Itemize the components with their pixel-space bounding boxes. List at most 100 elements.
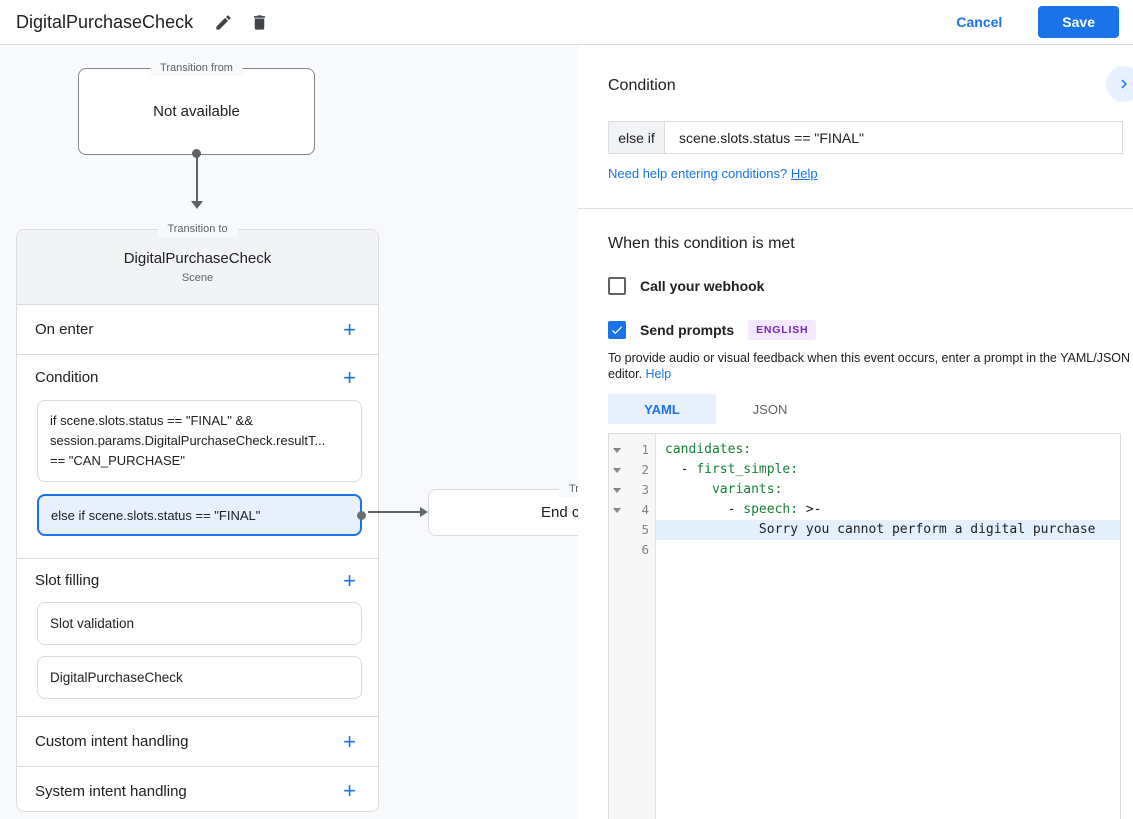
condition-prefix: else if [608,121,665,154]
edit-button[interactable] [211,10,235,34]
code-line-5[interactable]: 5 Sorry you cannot perform a digital pur… [609,520,1120,540]
line-gutter: 5 [609,520,655,540]
page-title: DigitalPurchaseCheck [16,11,194,32]
slot-validation-text: Slot validation [50,616,135,631]
code-line-3[interactable]: 3 variants: [609,480,1120,500]
save-button[interactable]: Save [1038,6,1119,38]
end-conversation-node[interactable]: Transition to End conversation [428,482,578,536]
code-line-6[interactable]: 6 [609,540,1120,560]
condition-item-if[interactable]: if scene.slots.status == "FINAL" && sess… [37,400,362,482]
on-enter-label: On enter [35,321,94,338]
add-system-intent-button[interactable]: + [339,780,360,802]
checkmark-icon [610,323,624,337]
transition-to-legend: Transition to [157,222,238,237]
add-slot-button[interactable]: + [339,569,360,591]
delete-button[interactable] [247,10,271,34]
slot-item-check[interactable]: DigitalPurchaseCheck [37,656,362,699]
tab-yaml[interactable]: YAML [608,394,716,424]
code-text: Sorry you cannot perform a digital purch… [656,520,1120,540]
prompt-hint-line1: To provide audio or visual feedback when… [608,351,1131,365]
line-gutter: 6 [609,540,655,560]
code-text: variants: [711,482,783,497]
tab-json[interactable]: JSON [716,394,824,424]
chevron-right-icon [1115,75,1133,93]
scene-card-subtitle: Scene [181,272,214,284]
code-line-2[interactable]: 2 - first_simple: [609,460,1120,480]
line-number: 2 [641,462,649,477]
pencil-icon [214,13,233,32]
code-text: candidates: [665,442,752,457]
section-condition: Condition + if scene.slots.status == "FI… [17,355,378,559]
arrow-down-icon [191,201,203,209]
send-prompts-row: Send prompts ENGLISH [608,320,1133,340]
fold-arrow-icon[interactable] [613,507,621,513]
system-intent-label: System intent handling [35,782,187,800]
condition-editor-panel: Condition else if Need help entering con… [578,45,1133,819]
code-line-4[interactable]: 4 - speech: >- [609,500,1120,520]
code-line-1[interactable]: 1 candidates: [609,440,1120,460]
transition-from-legend: Transition from [150,61,243,76]
section-custom-intent: Custom intent handling + [17,717,378,767]
line-number: 6 [641,542,649,557]
line-number: 5 [641,522,649,537]
prompt-hint-line2: editor. [608,367,646,381]
collapse-panel-button[interactable] [1106,66,1133,102]
condition-else-text: else if scene.slots.status == "FINAL" [51,507,261,523]
condition-input-row: else if [608,121,1123,154]
slot-item-validation[interactable]: Slot validation [37,602,362,645]
line-number: 3 [641,482,649,497]
fold-arrow-icon[interactable] [613,487,621,493]
code-text: - speech: >- [665,502,822,517]
yaml-code-editor[interactable]: 1 candidates: 2 - first_simple: 3 variants:… [608,433,1121,819]
cancel-button[interactable]: Cancel [956,14,1002,30]
end-node-content: End conversation [541,504,578,521]
gutter-border [655,434,656,819]
scene-card: Transition to DigitalPurchaseCheck Scene… [16,222,379,815]
send-prompts-label: Send prompts [640,322,735,338]
line-number: 1 [641,442,649,457]
scene-card-header[interactable]: DigitalPurchaseCheck Scene [17,230,378,305]
add-condition-button[interactable]: + [339,366,360,388]
prompt-hint: To provide audio or visual feedback when… [608,350,1133,382]
condition-help-link[interactable]: Help [791,166,818,181]
webhook-row: Call your webhook [608,277,1133,295]
line-gutter: 1 [609,440,655,460]
condition-if-line-1: if scene.slots.status == "FINAL" && [50,413,253,428]
fold-arrow-icon[interactable] [613,467,621,473]
condition-help-line: Need help entering conditions? Help [608,166,1133,181]
connector-dot-condition [357,510,366,520]
connector-line-vertical [196,157,198,201]
condition-item-else-selected[interactable]: else if scene.slots.status == "FINAL" [37,494,366,536]
panel-divider [578,208,1133,209]
arrow-right-icon [420,507,428,517]
section-system-intent: System intent handling + [17,767,378,815]
add-custom-intent-button[interactable]: + [339,730,360,752]
add-on-enter-button[interactable]: + [339,318,360,340]
section-slot-filling: Slot filling + Slot validation DigitalPu… [17,559,378,717]
condition-label: Condition [35,369,99,386]
line-gutter: 4 [609,500,655,520]
code-lines: 1 candidates: 2 - first_simple: 3 variants:… [609,434,1120,560]
send-prompts-checkbox[interactable] [608,321,626,339]
condition-expression-input[interactable] [665,121,1123,154]
transition-from-node[interactable]: Transition from Not available [78,61,315,155]
transition-from-content: Not available [153,103,240,120]
slot-filling-label: Slot filling [35,572,100,589]
section-on-enter: On enter + [17,305,378,355]
condition-if-line-3: == "CAN_PURCHASE" [50,453,185,468]
prompt-hint-help-link[interactable]: Help [646,367,672,381]
scene-diagram-canvas: Transition from Not available Transition… [0,45,578,819]
fold-arrow-icon[interactable] [613,447,621,453]
line-gutter: 3 [609,480,655,500]
panel-title: Condition [608,77,676,94]
condition-met-heading: When this condition is met [608,235,795,252]
line-number: 4 [641,502,649,517]
language-badge: ENGLISH [748,320,817,340]
top-bar: DigitalPurchaseCheck Cancel Save [0,0,1133,45]
condition-if-line-2: session.params.DigitalPurchaseCheck.resu… [50,433,326,448]
trash-icon [250,13,269,32]
webhook-checkbox[interactable] [608,277,626,295]
line-gutter: 2 [609,460,655,480]
end-node-legend: Transition to [558,482,578,497]
